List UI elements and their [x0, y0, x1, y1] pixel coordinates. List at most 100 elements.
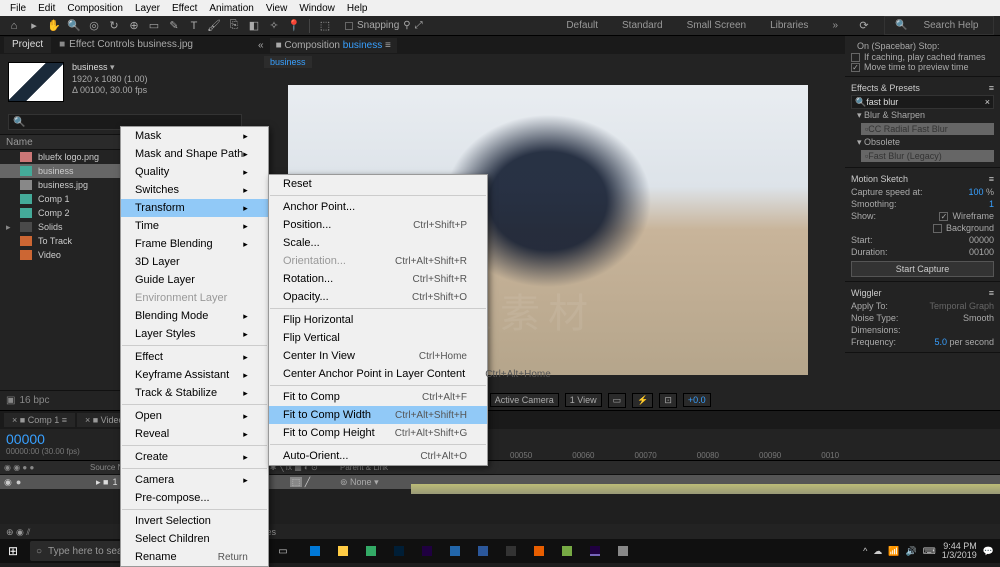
- menu-item[interactable]: Guide Layer: [121, 271, 268, 289]
- menu-item[interactable]: Fit to CompCtrl+Alt+F: [269, 388, 487, 406]
- menu-item[interactable]: Effect: [121, 348, 268, 366]
- orbit-tool-icon[interactable]: ◎: [86, 18, 102, 34]
- brush-tool-icon[interactable]: 🖌: [206, 18, 222, 34]
- menu-item[interactable]: Orientation...Ctrl+Alt+Shift+R: [269, 252, 487, 270]
- menu-item[interactable]: Anchor Point...: [269, 198, 487, 216]
- wireframe-checkbox[interactable]: ✓: [939, 212, 948, 221]
- background-checkbox[interactable]: [933, 224, 942, 233]
- timeline-timecode[interactable]: 00000 00000:00 (30.00 fps): [0, 429, 120, 460]
- layer-bar[interactable]: [411, 484, 1000, 494]
- menu-item[interactable]: Quality: [121, 163, 268, 181]
- menu-item[interactable]: Position...Ctrl+Shift+P: [269, 216, 487, 234]
- camera-dropdown[interactable]: Active Camera: [490, 393, 559, 407]
- menu-item[interactable]: Mask and Shape Path: [121, 145, 268, 163]
- comp-arrow-icon[interactable]: «: [258, 40, 264, 51]
- menu-item[interactable]: Layer Styles: [121, 325, 268, 343]
- menu-item[interactable]: Reveal: [121, 425, 268, 443]
- app-notepad[interactable]: [554, 541, 580, 561]
- tab-project[interactable]: Project: [4, 37, 51, 53]
- preset-fast-blur-legacy[interactable]: ▫ Fast Blur (Legacy): [861, 150, 994, 162]
- puppet-tool-icon[interactable]: 📍: [286, 18, 302, 34]
- tray-up-icon[interactable]: ^: [863, 546, 867, 556]
- app-photoshop[interactable]: [386, 541, 412, 561]
- fast-preview-icon[interactable]: ⚡: [632, 393, 653, 408]
- menu-item[interactable]: Frame Blending: [121, 235, 268, 253]
- menu-item[interactable]: Fit to Comp HeightCtrl+Alt+Shift+G: [269, 424, 487, 442]
- move-time-checkbox[interactable]: ✓: [851, 63, 860, 72]
- eraser-tool-icon[interactable]: ◧: [246, 18, 262, 34]
- menu-item[interactable]: Keyframe Assistant: [121, 366, 268, 384]
- views-dropdown[interactable]: 1 View: [565, 393, 602, 407]
- app-ae-running[interactable]: [582, 541, 608, 561]
- menu-item[interactable]: Center In ViewCtrl+Home: [269, 347, 487, 365]
- bpc-toggle[interactable]: 16 bpc: [19, 395, 49, 406]
- zoom-tool-icon[interactable]: 🔍: [66, 18, 82, 34]
- tab-effect-controls[interactable]: ■Effect Controls business.jpg: [51, 37, 201, 53]
- text-tool-icon[interactable]: T: [186, 18, 202, 34]
- menu-edit[interactable]: Edit: [32, 2, 61, 15]
- app-paint[interactable]: [610, 541, 636, 561]
- menu-item[interactable]: Scale...: [269, 234, 487, 252]
- menu-item[interactable]: Flip Vertical: [269, 329, 487, 347]
- speed-value[interactable]: 100: [968, 187, 983, 197]
- roto-tool-icon[interactable]: ✧: [266, 18, 282, 34]
- menu-layer[interactable]: Layer: [129, 2, 166, 15]
- app-store[interactable]: [358, 541, 384, 561]
- exposure-value[interactable]: +0.0: [683, 393, 711, 407]
- menu-item[interactable]: Flip Horizontal: [269, 311, 487, 329]
- app-vlc[interactable]: [526, 541, 552, 561]
- stamp-tool-icon[interactable]: ⎘: [226, 18, 242, 34]
- menu-file[interactable]: File: [4, 2, 32, 15]
- cache-checkbox[interactable]: [851, 53, 860, 62]
- menu-item[interactable]: Rotation...Ctrl+Shift+R: [269, 270, 487, 288]
- menu-composition[interactable]: Composition: [61, 2, 129, 15]
- menu-item[interactable]: Blending Mode: [121, 307, 268, 325]
- frequency-value[interactable]: 5.0: [934, 337, 947, 347]
- transparency-icon[interactable]: ⊡: [659, 393, 677, 408]
- menu-help[interactable]: Help: [341, 2, 374, 15]
- rotate-tool-icon[interactable]: ↻: [106, 18, 122, 34]
- menu-item[interactable]: RenameReturn: [121, 548, 268, 566]
- menu-window[interactable]: Window: [293, 2, 341, 15]
- apply-to-value[interactable]: Temporal Graph: [929, 301, 994, 311]
- workspace-libraries[interactable]: Libraries: [764, 18, 814, 33]
- app-edge[interactable]: [302, 541, 328, 561]
- app-obs[interactable]: [498, 541, 524, 561]
- hand-tool-icon[interactable]: ✋: [46, 18, 62, 34]
- search-help-input[interactable]: 🔍 Search Help: [884, 16, 994, 35]
- workspace-default[interactable]: Default: [560, 18, 604, 33]
- tray-volume-icon[interactable]: 🔊: [906, 546, 917, 557]
- menu-item[interactable]: Create: [121, 448, 268, 466]
- draft3d-icon[interactable]: ▭: [608, 393, 627, 408]
- tray-wifi-icon[interactable]: 📶: [888, 546, 899, 557]
- snap-opt2-icon[interactable]: ⤢: [415, 20, 423, 31]
- breadcrumb[interactable]: business: [264, 56, 312, 68]
- menu-item[interactable]: Select Children: [121, 530, 268, 548]
- menu-item[interactable]: Mask: [121, 127, 268, 145]
- menu-item[interactable]: Center Anchor Point in Layer ContentCtrl…: [269, 365, 487, 383]
- sync-icon[interactable]: ⟳: [856, 18, 872, 34]
- timeline-tab[interactable]: × ■ Comp 1 ≡: [4, 413, 75, 427]
- menu-animation[interactable]: Animation: [203, 2, 259, 15]
- menu-item[interactable]: Transform: [121, 199, 268, 217]
- tray-cloud-icon[interactable]: ☁: [873, 546, 882, 557]
- taskbar-clock[interactable]: 9:44 PM 1/3/2019: [942, 542, 977, 560]
- snap-opt-icon[interactable]: ⚲: [403, 20, 410, 31]
- smoothing-value[interactable]: 1: [989, 199, 994, 209]
- presets-search[interactable]: 🔍 fast blur ×: [851, 95, 994, 109]
- workspace-more-icon[interactable]: »: [826, 18, 844, 33]
- menu-item[interactable]: Track & Stabilize: [121, 384, 268, 402]
- preset-cc-radial[interactable]: ▫ CC Radial Fast Blur: [861, 123, 994, 135]
- tl-footer-icon[interactable]: ⊕ ◉ ⫽: [0, 527, 36, 538]
- menu-item[interactable]: 3D Layer: [121, 253, 268, 271]
- app-browser[interactable]: [442, 541, 468, 561]
- start-capture-button[interactable]: Start Capture: [851, 261, 994, 277]
- anchor-icon[interactable]: ⊕: [126, 18, 142, 34]
- preset-category-obsolete[interactable]: ▾ Obsolete: [851, 136, 994, 149]
- preset-category-blur[interactable]: ▾ Blur & Sharpen: [851, 109, 994, 122]
- menu-item[interactable]: Pre-compose...: [121, 489, 268, 507]
- local-axis-icon[interactable]: ⬚: [317, 18, 333, 34]
- menu-view[interactable]: View: [260, 2, 294, 15]
- menu-item[interactable]: Invert Selection: [121, 512, 268, 530]
- menu-item[interactable]: Switches: [121, 181, 268, 199]
